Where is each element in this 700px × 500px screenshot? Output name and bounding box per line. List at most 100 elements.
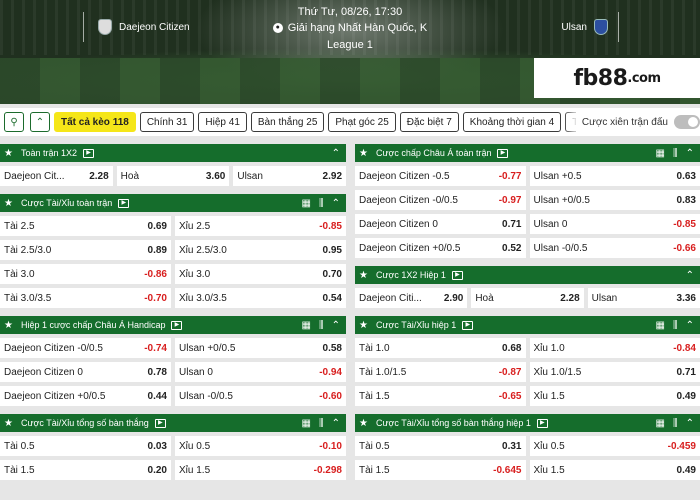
odds-cell[interactable]: Ulsan 0 -0.94: [175, 362, 346, 382]
market-header[interactable]: ★ Hiệp 1 cược chấp Châu Á Handicap ▶ ▦ ⫼ ⌃: [0, 316, 346, 334]
odds-cell[interactable]: Tài 1.0/1.5 -0.87: [355, 362, 526, 382]
grid-icon[interactable]: ▦: [656, 148, 665, 159]
star-icon[interactable]: ★: [359, 148, 368, 159]
columns-icon[interactable]: ⫼: [673, 148, 678, 159]
chevron-up-icon[interactable]: ⌃: [686, 320, 694, 331]
odds-cell[interactable]: Xỉu 2.5 -0.85: [175, 216, 346, 236]
tab-half[interactable]: Hiệp 41: [198, 112, 247, 132]
odds-cell[interactable]: Xỉu 1.5 0.49: [529, 460, 700, 480]
odds-cell[interactable]: Tài 1.5 -0.645: [355, 460, 526, 480]
odds-cell[interactable]: Tài 3.0/3.5 -0.70: [0, 288, 171, 308]
selection-label: Daejeon Citizen +0/0.5: [359, 242, 461, 254]
chevron-up-icon[interactable]: ⌃: [332, 148, 340, 159]
odds-cell[interactable]: Hoà 3.60: [116, 166, 230, 186]
odds-cell[interactable]: Daejeon Citizen -0/0.5 -0.97: [355, 190, 526, 210]
odds-cell[interactable]: Ulsan -0/0.5 -0.60: [175, 386, 346, 406]
odds-cell[interactable]: Ulsan +0/0.5 0.58: [175, 338, 346, 358]
odds-cell[interactable]: Daejeon Citizen -0/0.5 -0.74: [0, 338, 171, 358]
odds-value: -0.86: [144, 268, 167, 280]
market-header[interactable]: ★ Toàn trận 1X2 ▶ ⌃: [0, 144, 346, 162]
tab-periods[interactable]: Khoảng thời gian 4: [462, 112, 562, 132]
market-header[interactable]: ★ Cược 1X2 Hiệp 1 ▶ ⌃: [355, 266, 700, 284]
columns-icon[interactable]: ⫼: [673, 418, 678, 429]
market-header[interactable]: ★ Cược Tài/Xỉu tổng số bàn thắng ▶ ▦ ⫼ ⌃: [0, 414, 346, 432]
market-header[interactable]: ★ Cược Tài/Xỉu hiệp 1 ▶ ▦ ⫼ ⌃: [355, 316, 700, 334]
odds-cell[interactable]: Xỉu 1.0 -0.84: [529, 338, 700, 358]
odds-cell[interactable]: Xỉu 0.5 -0.10: [175, 436, 346, 456]
market-header[interactable]: ★ Cược Tài/Xỉu tổng số bàn thắng hiệp 1 ▶ ▦…: [355, 414, 700, 432]
odds-cell[interactable]: Ulsan +0/0.5 0.83: [529, 190, 700, 210]
odds-cell[interactable]: Tài 2.5/3.0 0.89: [0, 240, 171, 260]
odds-cell[interactable]: Xỉu 3.0/3.5 0.54: [175, 288, 346, 308]
odds-cell[interactable]: Daejeon Citizen 0 0.78: [0, 362, 171, 382]
grid-icon[interactable]: ▦: [656, 418, 665, 429]
chevron-up-icon[interactable]: ⌃: [332, 198, 340, 209]
odds-cell[interactable]: Ulsan -0/0.5 -0.66: [529, 238, 700, 258]
odds-cell[interactable]: Daejeon Citizen 0 0.71: [355, 214, 526, 234]
star-icon[interactable]: ★: [359, 270, 368, 281]
odds-value: 0.71: [676, 366, 696, 378]
odds-cell[interactable]: Xỉu 1.5 0.49: [529, 386, 700, 406]
odds-cell[interactable]: Xỉu 0.5 -0.459: [529, 436, 700, 456]
star-icon[interactable]: ★: [4, 418, 13, 429]
odds-cell[interactable]: Ulsan +0.5 0.63: [529, 166, 700, 186]
chevron-up-icon[interactable]: ⌃: [686, 148, 694, 159]
star-icon[interactable]: ★: [4, 148, 13, 159]
odds-value: -0.85: [319, 220, 342, 232]
odds-cell[interactable]: Tài 1.5 0.20: [0, 460, 171, 480]
odds-cell[interactable]: Daejeon Citizen +0/0.5 0.44: [0, 386, 171, 406]
odds-cell[interactable]: Tài 1.5 -0.65: [355, 386, 526, 406]
toggle-switch[interactable]: [674, 115, 700, 129]
odds-cell[interactable]: Xỉu 2.5/3.0 0.95: [175, 240, 346, 260]
tab-special[interactable]: Đặc biệt 7: [399, 112, 459, 132]
grid-icon[interactable]: ▦: [302, 418, 311, 429]
grid-icon[interactable]: ▦: [302, 320, 311, 331]
odds-cell[interactable]: Daejeon Citizen -0.5 -0.77: [355, 166, 526, 186]
columns-icon[interactable]: ⫼: [319, 198, 324, 209]
search-icon[interactable]: ⚲: [4, 112, 24, 132]
star-icon[interactable]: ★: [359, 418, 368, 429]
odds-value: -0.65: [498, 390, 522, 402]
chevron-up-icon[interactable]: ⌃: [332, 320, 340, 331]
tab-all[interactable]: Tất cả kèo 118: [54, 112, 136, 132]
odds-cell[interactable]: Xỉu 3.0 0.70: [175, 264, 346, 284]
chevron-up-icon[interactable]: ⌃: [686, 270, 694, 281]
odds-cell[interactable]: Daejeon Citizen +0/0.5 0.52: [355, 238, 526, 258]
odds-cell[interactable]: Ulsan 3.36: [587, 288, 700, 308]
away-team: Ulsan: [444, 12, 619, 42]
odds-cell[interactable]: Daejeon Citi... 2.90: [355, 288, 468, 308]
chevron-up-icon[interactable]: ⌃: [332, 418, 340, 429]
odds-cell[interactable]: Tài 1.0 0.68: [355, 338, 526, 358]
odds-row: Tài 0.5 0.03 Xỉu 0.5 -0.10: [0, 436, 346, 456]
tab-main[interactable]: Chính 31: [139, 112, 195, 132]
star-icon[interactable]: ★: [4, 320, 13, 331]
odds-cell[interactable]: Tài 0.5 0.03: [0, 436, 171, 456]
columns-icon[interactable]: ⫼: [673, 320, 678, 331]
odds-cell[interactable]: Ulsan 2.92: [233, 166, 347, 186]
odds-row: Tài 1.5 -0.65 Xỉu 1.5 0.49: [355, 386, 700, 406]
tab-goals[interactable]: Bàn thắng 25: [250, 112, 325, 132]
star-icon[interactable]: ★: [4, 198, 13, 209]
combo-bet-toggle[interactable]: Cược xiên trận đấu: [575, 108, 700, 136]
chevrons-up-icon[interactable]: ⌃: [30, 112, 50, 132]
selection-label: Xỉu 1.5: [533, 390, 565, 402]
odds-cell[interactable]: Hoà 2.28: [471, 288, 584, 308]
odds-cell[interactable]: Xỉu 1.5 -0.298: [175, 460, 346, 480]
odds-cell[interactable]: Tài 2.5 0.69: [0, 216, 171, 236]
star-icon[interactable]: ★: [359, 320, 368, 331]
odds-cell[interactable]: Daejeon Cit... 2.28: [0, 166, 113, 186]
market-header[interactable]: ★ Cược chấp Châu Á toàn trận ▶ ▦ ⫼ ⌃: [355, 144, 700, 162]
odds-row: Daejeon Citizen +0/0.5 0.44 Ulsan -0/0.5 -0…: [0, 386, 346, 406]
market-header[interactable]: ★ Cược Tài/Xỉu toàn trận ▶ ▦ ⫼ ⌃: [0, 194, 346, 212]
columns-icon[interactable]: ⫼: [319, 320, 324, 331]
grid-icon[interactable]: ▦: [656, 320, 665, 331]
grid-icon[interactable]: ▦: [302, 198, 311, 209]
chevron-up-icon[interactable]: ⌃: [686, 418, 694, 429]
tab-corners[interactable]: Phạt góc 25: [328, 112, 396, 132]
odds-cell[interactable]: Ulsan 0 -0.85: [529, 214, 700, 234]
odds-value: 0.63: [676, 170, 696, 182]
odds-cell[interactable]: Tài 3.0 -0.86: [0, 264, 171, 284]
odds-cell[interactable]: Xỉu 1.0/1.5 0.71: [529, 362, 700, 382]
columns-icon[interactable]: ⫼: [319, 418, 324, 429]
odds-cell[interactable]: Tài 0.5 0.31: [355, 436, 526, 456]
